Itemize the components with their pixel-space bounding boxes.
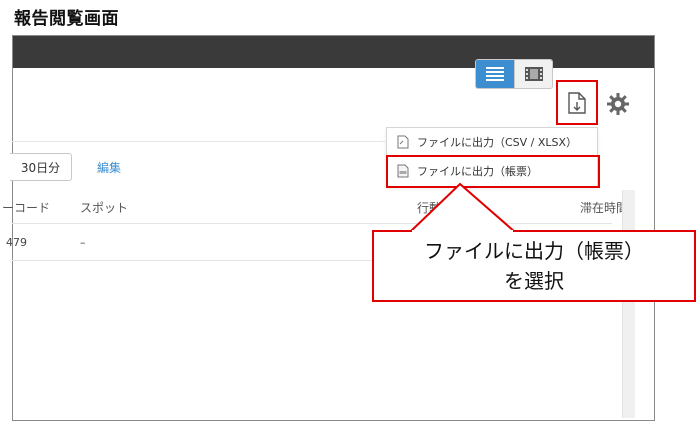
column-header-spot: スポット <box>80 201 129 215</box>
window-titlebar <box>13 36 654 68</box>
list-view-icon <box>486 67 504 81</box>
gear-icon[interactable] <box>606 92 630 116</box>
table-cell-code: 479 <box>6 236 27 249</box>
vertical-scrollbar[interactable] <box>622 190 635 418</box>
film-view-button[interactable] <box>514 60 552 88</box>
file-export-icon <box>397 135 409 149</box>
callout-line-1: ファイルに出力（帳票） <box>424 239 644 263</box>
table-header-divider <box>12 223 612 224</box>
file-download-icon <box>568 91 586 114</box>
page-title: 報告閲覧画面 <box>14 9 119 29</box>
column-header-code: ーコード <box>2 201 51 215</box>
table-row-divider <box>12 260 372 261</box>
report-item-highlight <box>386 155 600 188</box>
view-toggle <box>475 59 553 89</box>
column-header-action: 行動 <box>417 201 442 215</box>
days-30-button[interactable]: 30日分 <box>10 153 72 181</box>
menu-item-label: ファイルに出力（CSV / XLSX） <box>417 136 578 149</box>
menu-item-export-csv-xlsx[interactable]: ファイルに出力（CSV / XLSX） <box>387 128 597 156</box>
export-file-button[interactable] <box>556 80 598 125</box>
callout-line-2: を選択 <box>504 269 564 293</box>
column-header-stay-time: 滞在時間 <box>580 201 629 215</box>
list-view-button[interactable] <box>476 60 514 88</box>
edit-link[interactable]: 編集 <box>97 159 121 176</box>
instruction-callout: ファイルに出力（帳票） を選択 <box>372 230 696 302</box>
film-view-icon <box>524 67 543 81</box>
toolbar-divider <box>12 141 385 142</box>
table-cell-spot: – <box>80 236 86 249</box>
